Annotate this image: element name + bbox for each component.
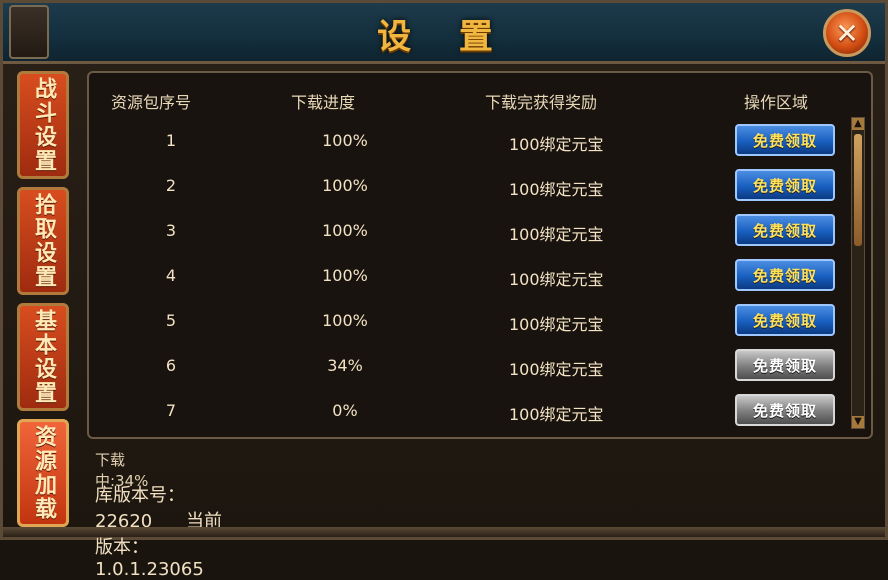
row-package-id: 1 (165, 131, 177, 150)
row-package-id: 6 (165, 356, 177, 375)
scrollbar[interactable]: ▲ ▼ (851, 117, 865, 429)
row-progress: 100% (322, 131, 368, 150)
header-reward: 下载完获得奖励 (485, 93, 598, 112)
row-progress: 100% (322, 311, 368, 330)
settings-window: 设 置 ✕ 战斗设置 拾取设置 基本设置 资源加载 资源包序号 下载进度 下载完… (0, 0, 888, 580)
row-progress: 34% (327, 356, 363, 375)
table-row: 1 100% 100绑定元宝 免费领取 (89, 121, 849, 161)
row-progress: 100% (322, 266, 368, 285)
table-row: 2 100% 100绑定元宝 免费领取 (89, 166, 849, 206)
table-row: 7 0% 100绑定元宝 免费领取 (89, 391, 849, 431)
row-reward: 100绑定元宝 (509, 360, 604, 379)
row-progress: 0% (332, 401, 358, 420)
window-title: 设 置 (377, 17, 511, 57)
tab-battle-settings[interactable]: 战斗设置 (17, 71, 69, 179)
resource-panel: 资源包序号 下载进度 下载完获得奖励 操作区域 1 100% 100绑定元宝 免… (87, 71, 873, 439)
row-package-id: 7 (165, 401, 177, 420)
row-package-id: 3 (165, 221, 177, 240)
close-button[interactable]: ✕ (823, 9, 871, 57)
claim-button[interactable]: 免费领取 (735, 394, 835, 426)
header-action: 操作区域 (744, 93, 809, 112)
claim-button[interactable]: 免费领取 (735, 349, 835, 381)
scroll-thumb[interactable] (854, 134, 862, 246)
row-reward: 100绑定元宝 (509, 405, 604, 424)
claim-button[interactable]: 免费领取 (735, 169, 835, 201)
row-package-id: 5 (165, 311, 177, 330)
bottom-border (3, 527, 885, 537)
row-reward: 100绑定元宝 (509, 135, 604, 154)
claim-button[interactable]: 免费领取 (735, 259, 835, 291)
row-progress: 100% (322, 176, 368, 195)
library-version: 库版本号：22620 (95, 485, 185, 532)
header-package-id: 资源包序号 (111, 93, 192, 112)
claim-button[interactable]: 免费领取 (735, 304, 835, 336)
table-row: 5 100% 100绑定元宝 免费领取 (89, 301, 849, 341)
row-package-id: 4 (165, 266, 177, 285)
row-reward: 100绑定元宝 (509, 315, 604, 334)
row-reward: 100绑定元宝 (509, 225, 604, 244)
table-row: 3 100% 100绑定元宝 免费领取 (89, 211, 849, 251)
claim-button[interactable]: 免费领取 (735, 214, 835, 246)
title-bar: 设 置 ✕ (3, 3, 885, 64)
tab-resource-loading[interactable]: 资源加载 (17, 419, 69, 527)
row-package-id: 2 (165, 176, 177, 195)
table-row: 4 100% 100绑定元宝 免费领取 (89, 256, 849, 296)
claim-button[interactable]: 免费领取 (735, 124, 835, 156)
table-row: 6 34% 100绑定元宝 免费领取 (89, 346, 849, 386)
row-progress: 100% (322, 221, 368, 240)
row-reward: 100绑定元宝 (509, 180, 604, 199)
tab-loot-settings[interactable]: 拾取设置 (17, 187, 69, 295)
header-progress: 下载进度 (291, 93, 356, 112)
tab-basic-settings[interactable]: 基本设置 (17, 303, 69, 411)
close-icon: ✕ (835, 16, 859, 50)
scroll-down-icon[interactable]: ▼ (852, 416, 864, 428)
row-reward: 100绑定元宝 (509, 270, 604, 289)
sidebar-tabs: 战斗设置 拾取设置 基本设置 资源加载 (17, 71, 73, 535)
scroll-up-icon[interactable]: ▲ (852, 118, 864, 130)
table-header: 资源包序号 下载进度 下载完获得奖励 操作区域 (89, 83, 871, 115)
